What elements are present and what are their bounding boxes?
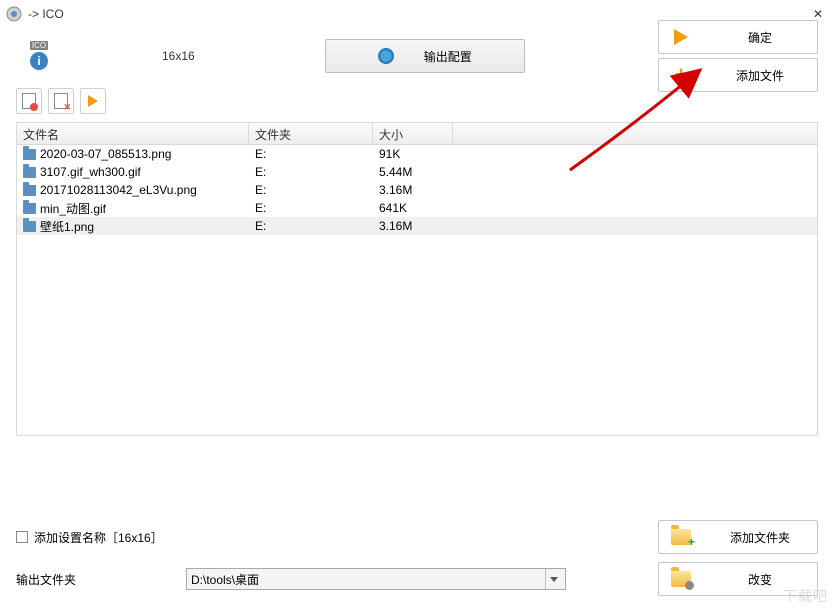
clear-list-button[interactable] xyxy=(48,88,74,114)
col-header-rest xyxy=(453,123,817,144)
output-folder-path: D:\tools\桌面 xyxy=(191,571,259,588)
add-setting-name-label: 添加设置名称［16x16］ xyxy=(34,529,163,546)
output-config-button[interactable]: 输出配置 xyxy=(325,39,525,73)
file-folder: E: xyxy=(249,218,373,234)
file-name: 3107.gif_wh300.gif xyxy=(40,165,141,179)
file-folder: E: xyxy=(249,164,373,180)
change-button-label: 改变 xyxy=(715,571,805,588)
arrow-right-icon xyxy=(671,27,691,47)
file-name: min_动图.gif xyxy=(40,200,106,217)
bottom-panel: 添加设置名称［16x16］ 添加文件夹 输出文件夹 D:\tools\桌面 改变 xyxy=(0,520,834,610)
remove-file-button[interactable] xyxy=(16,88,42,114)
file-size: 91K xyxy=(373,146,453,162)
folder-add-icon xyxy=(671,527,691,547)
chevron-down-icon xyxy=(545,569,561,589)
plus-icon: + xyxy=(671,65,691,85)
ok-button-label: 确定 xyxy=(715,29,805,46)
file-name: 壁纸1.png xyxy=(40,218,94,235)
table-row[interactable]: 2020-03-07_085513.png E:91K xyxy=(17,145,817,163)
document-remove-icon xyxy=(22,93,36,109)
add-folder-button[interactable]: 添加文件夹 xyxy=(658,520,818,554)
output-folder-label: 输出文件夹 xyxy=(16,571,176,588)
add-setting-name-checkbox[interactable] xyxy=(16,531,28,543)
ok-button[interactable]: 确定 xyxy=(658,20,818,54)
file-icon xyxy=(23,203,36,214)
table-row[interactable]: 壁纸1.png E:3.16M xyxy=(17,217,817,235)
app-icon xyxy=(6,6,22,22)
ico-format-indicator: ICO i xyxy=(16,41,62,71)
play-icon xyxy=(88,95,98,107)
file-icon xyxy=(23,149,36,160)
add-file-button-label: 添加文件 xyxy=(715,67,805,84)
table-header: 文件名 文件夹 大小 xyxy=(17,123,817,145)
col-header-size[interactable]: 大小 xyxy=(373,123,453,144)
output-config-label: 输出配置 xyxy=(424,48,472,65)
file-icon xyxy=(23,221,36,232)
file-name: 20171028113042_eL3Vu.png xyxy=(40,183,197,197)
watermark: 下载吧 xyxy=(783,586,828,606)
file-size: 5.44M xyxy=(373,164,453,180)
col-header-name[interactable]: 文件名 xyxy=(17,123,249,144)
file-size: 641K xyxy=(373,200,453,216)
window-title: -> ICO xyxy=(28,7,808,21)
file-icon xyxy=(23,167,36,178)
file-name: 2020-03-07_085513.png xyxy=(40,147,171,161)
play-button[interactable] xyxy=(80,88,106,114)
file-table: 文件名 文件夹 大小 2020-03-07_085513.pngE:91K310… xyxy=(16,122,818,436)
gear-icon xyxy=(378,48,394,64)
file-size: 3.16M xyxy=(373,182,453,198)
file-size: 3.16M xyxy=(373,218,453,234)
table-row[interactable]: 20171028113042_eL3Vu.png E:3.16M xyxy=(17,181,817,199)
col-header-folder[interactable]: 文件夹 xyxy=(249,123,373,144)
icon-size-text: 16x16 xyxy=(162,49,195,63)
top-panel: ICO i 16x16 输出配置 确定 + 添加文件 xyxy=(0,28,834,84)
folder-gear-icon xyxy=(671,569,691,589)
document-delete-icon xyxy=(54,93,68,109)
add-file-button[interactable]: + 添加文件 xyxy=(658,58,818,92)
info-icon: i xyxy=(29,51,49,71)
file-folder: E: xyxy=(249,146,373,162)
table-row[interactable]: 3107.gif_wh300.gif E:5.44M xyxy=(17,163,817,181)
add-folder-button-label: 添加文件夹 xyxy=(715,529,805,546)
file-icon xyxy=(23,185,36,196)
svg-text:i: i xyxy=(37,54,40,68)
output-folder-select[interactable]: D:\tools\桌面 xyxy=(186,568,566,590)
file-folder: E: xyxy=(249,200,373,216)
table-body: 2020-03-07_085513.pngE:91K3107.gif_wh300… xyxy=(17,145,817,235)
table-row[interactable]: min_动图.gif E:641K xyxy=(17,199,817,217)
file-folder: E: xyxy=(249,182,373,198)
